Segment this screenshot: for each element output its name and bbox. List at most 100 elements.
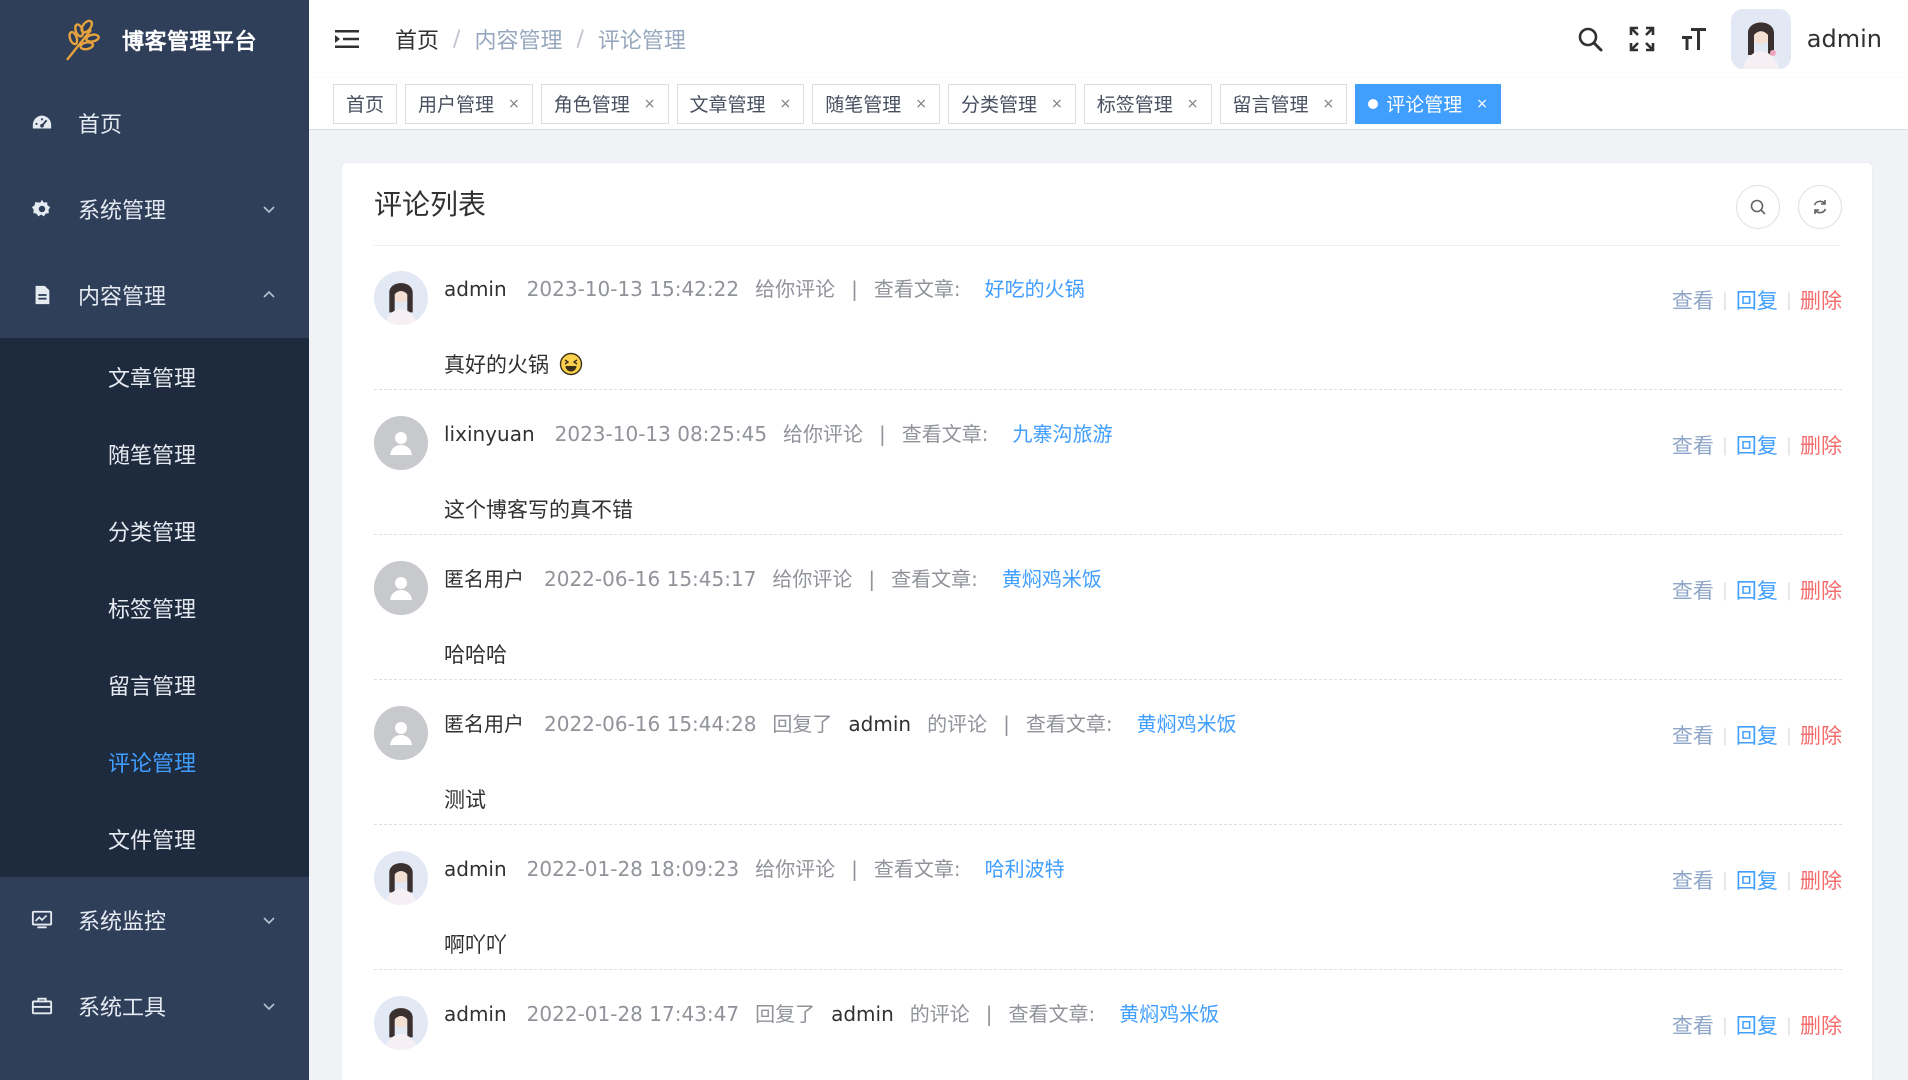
chevron-down-icon — [263, 206, 275, 214]
close-icon[interactable]: × — [1051, 96, 1063, 112]
sidebar-item-tools[interactable]: 系统工具 — [0, 963, 309, 1049]
sidebar-item-label: 内容管理 — [78, 285, 167, 310]
tag-messages[interactable]: 留言管理 × — [1219, 83, 1348, 124]
tag-tags[interactable]: 标签管理 × — [1083, 83, 1212, 124]
fullscreen-icon[interactable] — [1627, 24, 1657, 54]
comment-operations: 查看 | 回复 | 删除 — [1672, 865, 1842, 895]
refresh-button[interactable] — [1798, 185, 1842, 229]
comment-operations: 查看 | 回复 | 删除 — [1672, 430, 1842, 460]
hamburger-toggle-icon[interactable] — [333, 25, 361, 53]
view-button[interactable]: 查看 — [1672, 865, 1714, 895]
tag-roles[interactable]: 角色管理 × — [540, 83, 669, 124]
of-comment-label: 的评论 — [927, 712, 988, 736]
op-separator: | — [1785, 724, 1792, 746]
comment-user: admin — [444, 1002, 507, 1026]
op-separator: | — [1721, 289, 1728, 311]
sidebar-item-system[interactable]: 系统管理 — [0, 166, 309, 252]
delete-button[interactable]: 删除 — [1800, 865, 1842, 895]
view-article-label: 查看文章: — [891, 567, 978, 591]
comment-body: 测试 — [444, 788, 486, 812]
delete-button[interactable]: 删除 — [1800, 430, 1842, 460]
tags-view: 首页 用户管理 × 角色管理 × 文章管理 × 随笔管理 × 分类管理 × 标签管理 × 留… — [309, 78, 1908, 130]
delete-button[interactable]: 删除 — [1800, 285, 1842, 315]
sidebar-item-messages[interactable]: 留言管理 — [0, 646, 309, 723]
delete-button[interactable]: 删除 — [1800, 1010, 1842, 1040]
tag-users[interactable]: 用户管理 × — [405, 83, 533, 124]
top-header: 首页 / 内容管理 / 评论管理 admin — [309, 0, 1908, 78]
view-button[interactable]: 查看 — [1672, 1010, 1714, 1040]
sidebar-item-content[interactable]: 内容管理 — [0, 252, 309, 338]
close-icon[interactable]: × — [1187, 96, 1199, 112]
comment-meta: 匿名用户 2022-06-16 15:45:17 给你评论 | 查看文章: 黄焖… — [444, 563, 1102, 592]
reply-button[interactable]: 回复 — [1736, 1010, 1778, 1040]
tag-label: 标签管理 — [1096, 94, 1173, 116]
tag-label: 随笔管理 — [825, 94, 902, 116]
view-button[interactable]: 查看 — [1672, 575, 1714, 605]
comment-item: lixinyuan 2023-10-13 08:25:45 给你评论 | 查看文… — [374, 390, 1842, 535]
tag-categories[interactable]: 分类管理 × — [948, 83, 1076, 124]
view-button[interactable]: 查看 — [1672, 430, 1714, 460]
article-link[interactable]: 好吃的火锅 — [985, 273, 1085, 302]
chevron-down-icon — [263, 917, 275, 925]
reply-button[interactable]: 回复 — [1736, 430, 1778, 460]
reply-button[interactable]: 回复 — [1736, 285, 1778, 315]
comment-operations: 查看 | 回复 | 删除 — [1672, 720, 1842, 750]
reply-button[interactable]: 回复 — [1736, 720, 1778, 750]
article-link[interactable]: 黄焖鸡米饭 — [1002, 563, 1102, 592]
comment-user: admin — [444, 277, 507, 301]
reply-button[interactable]: 回复 — [1736, 865, 1778, 895]
close-icon[interactable]: × — [915, 96, 927, 112]
article-link[interactable]: 九寨沟旅游 — [1013, 418, 1113, 447]
comment-meta: admin 2022-01-28 17:43:47 回复了 admin 的评论 … — [444, 998, 1219, 1027]
op-separator: | — [1785, 869, 1792, 891]
user-avatar[interactable] — [1730, 9, 1791, 69]
search-icon[interactable] — [1575, 24, 1605, 54]
sidebar-item-comments[interactable]: 评论管理 — [0, 723, 309, 800]
sidebar-item-monitor[interactable]: 系统监控 — [0, 877, 309, 963]
comment-text: 真好的火锅 — [444, 349, 583, 379]
tag-label: 用户管理 — [418, 94, 495, 116]
tag-home[interactable]: 首页 — [333, 83, 398, 124]
comment-meta: lixinyuan 2023-10-13 08:25:45 给你评论 | 查看文… — [444, 418, 1113, 447]
tag-articles[interactable]: 文章管理 × — [676, 83, 805, 124]
reply-button[interactable]: 回复 — [1736, 575, 1778, 605]
article-link[interactable]: 哈利波特 — [985, 853, 1065, 882]
sidebar-item-essays[interactable]: 随笔管理 — [0, 415, 309, 492]
tag-essays[interactable]: 随笔管理 × — [812, 83, 941, 124]
sidebar-item-articles[interactable]: 文章管理 — [0, 338, 309, 415]
comment-user: lixinyuan — [444, 422, 535, 446]
close-icon[interactable]: × — [508, 96, 520, 112]
sidebar-item-categories[interactable]: 分类管理 — [0, 492, 309, 569]
close-icon[interactable]: × — [1323, 96, 1335, 112]
search-toggle-button[interactable] — [1736, 185, 1780, 229]
sidebar-item-files[interactable]: 文件管理 — [0, 800, 309, 877]
chevron-down-icon — [263, 1003, 275, 1011]
default-avatar-icon — [374, 706, 428, 760]
comment-action: 回复了 — [772, 712, 833, 736]
sidebar-item-tags[interactable]: 标签管理 — [0, 569, 309, 646]
breadcrumb-content: 内容管理 — [474, 29, 563, 54]
delete-button[interactable]: 删除 — [1800, 575, 1842, 605]
close-icon[interactable]: × — [780, 96, 792, 112]
view-button[interactable]: 查看 — [1672, 285, 1714, 315]
logo[interactable]: 博客管理平台 — [0, 0, 309, 80]
op-separator: | — [1721, 579, 1728, 601]
delete-button[interactable]: 删除 — [1800, 720, 1842, 750]
view-article-label: 查看文章: — [1008, 1002, 1096, 1026]
username[interactable]: admin — [1807, 25, 1882, 53]
comment-text: 测试 — [444, 784, 486, 814]
comment-operations: 查看 | 回复 | 删除 — [1672, 1010, 1842, 1040]
font-size-icon[interactable] — [1679, 24, 1709, 54]
view-article-label: 查看文章: — [873, 277, 961, 301]
tag-comments[interactable]: 评论管理 × — [1355, 83, 1502, 124]
breadcrumb-comments: 评论管理 — [597, 29, 686, 54]
sidebar-item-home[interactable]: 首页 — [0, 80, 309, 166]
breadcrumb-home[interactable]: 首页 — [395, 23, 439, 55]
default-avatar-icon — [374, 416, 428, 470]
op-separator: | — [1785, 579, 1792, 601]
article-link[interactable]: 黄焖鸡米饭 — [1137, 708, 1237, 737]
article-link[interactable]: 黄焖鸡米饭 — [1119, 998, 1219, 1027]
close-icon[interactable]: × — [1476, 96, 1488, 112]
close-icon[interactable]: × — [644, 96, 656, 112]
view-button[interactable]: 查看 — [1672, 720, 1714, 750]
